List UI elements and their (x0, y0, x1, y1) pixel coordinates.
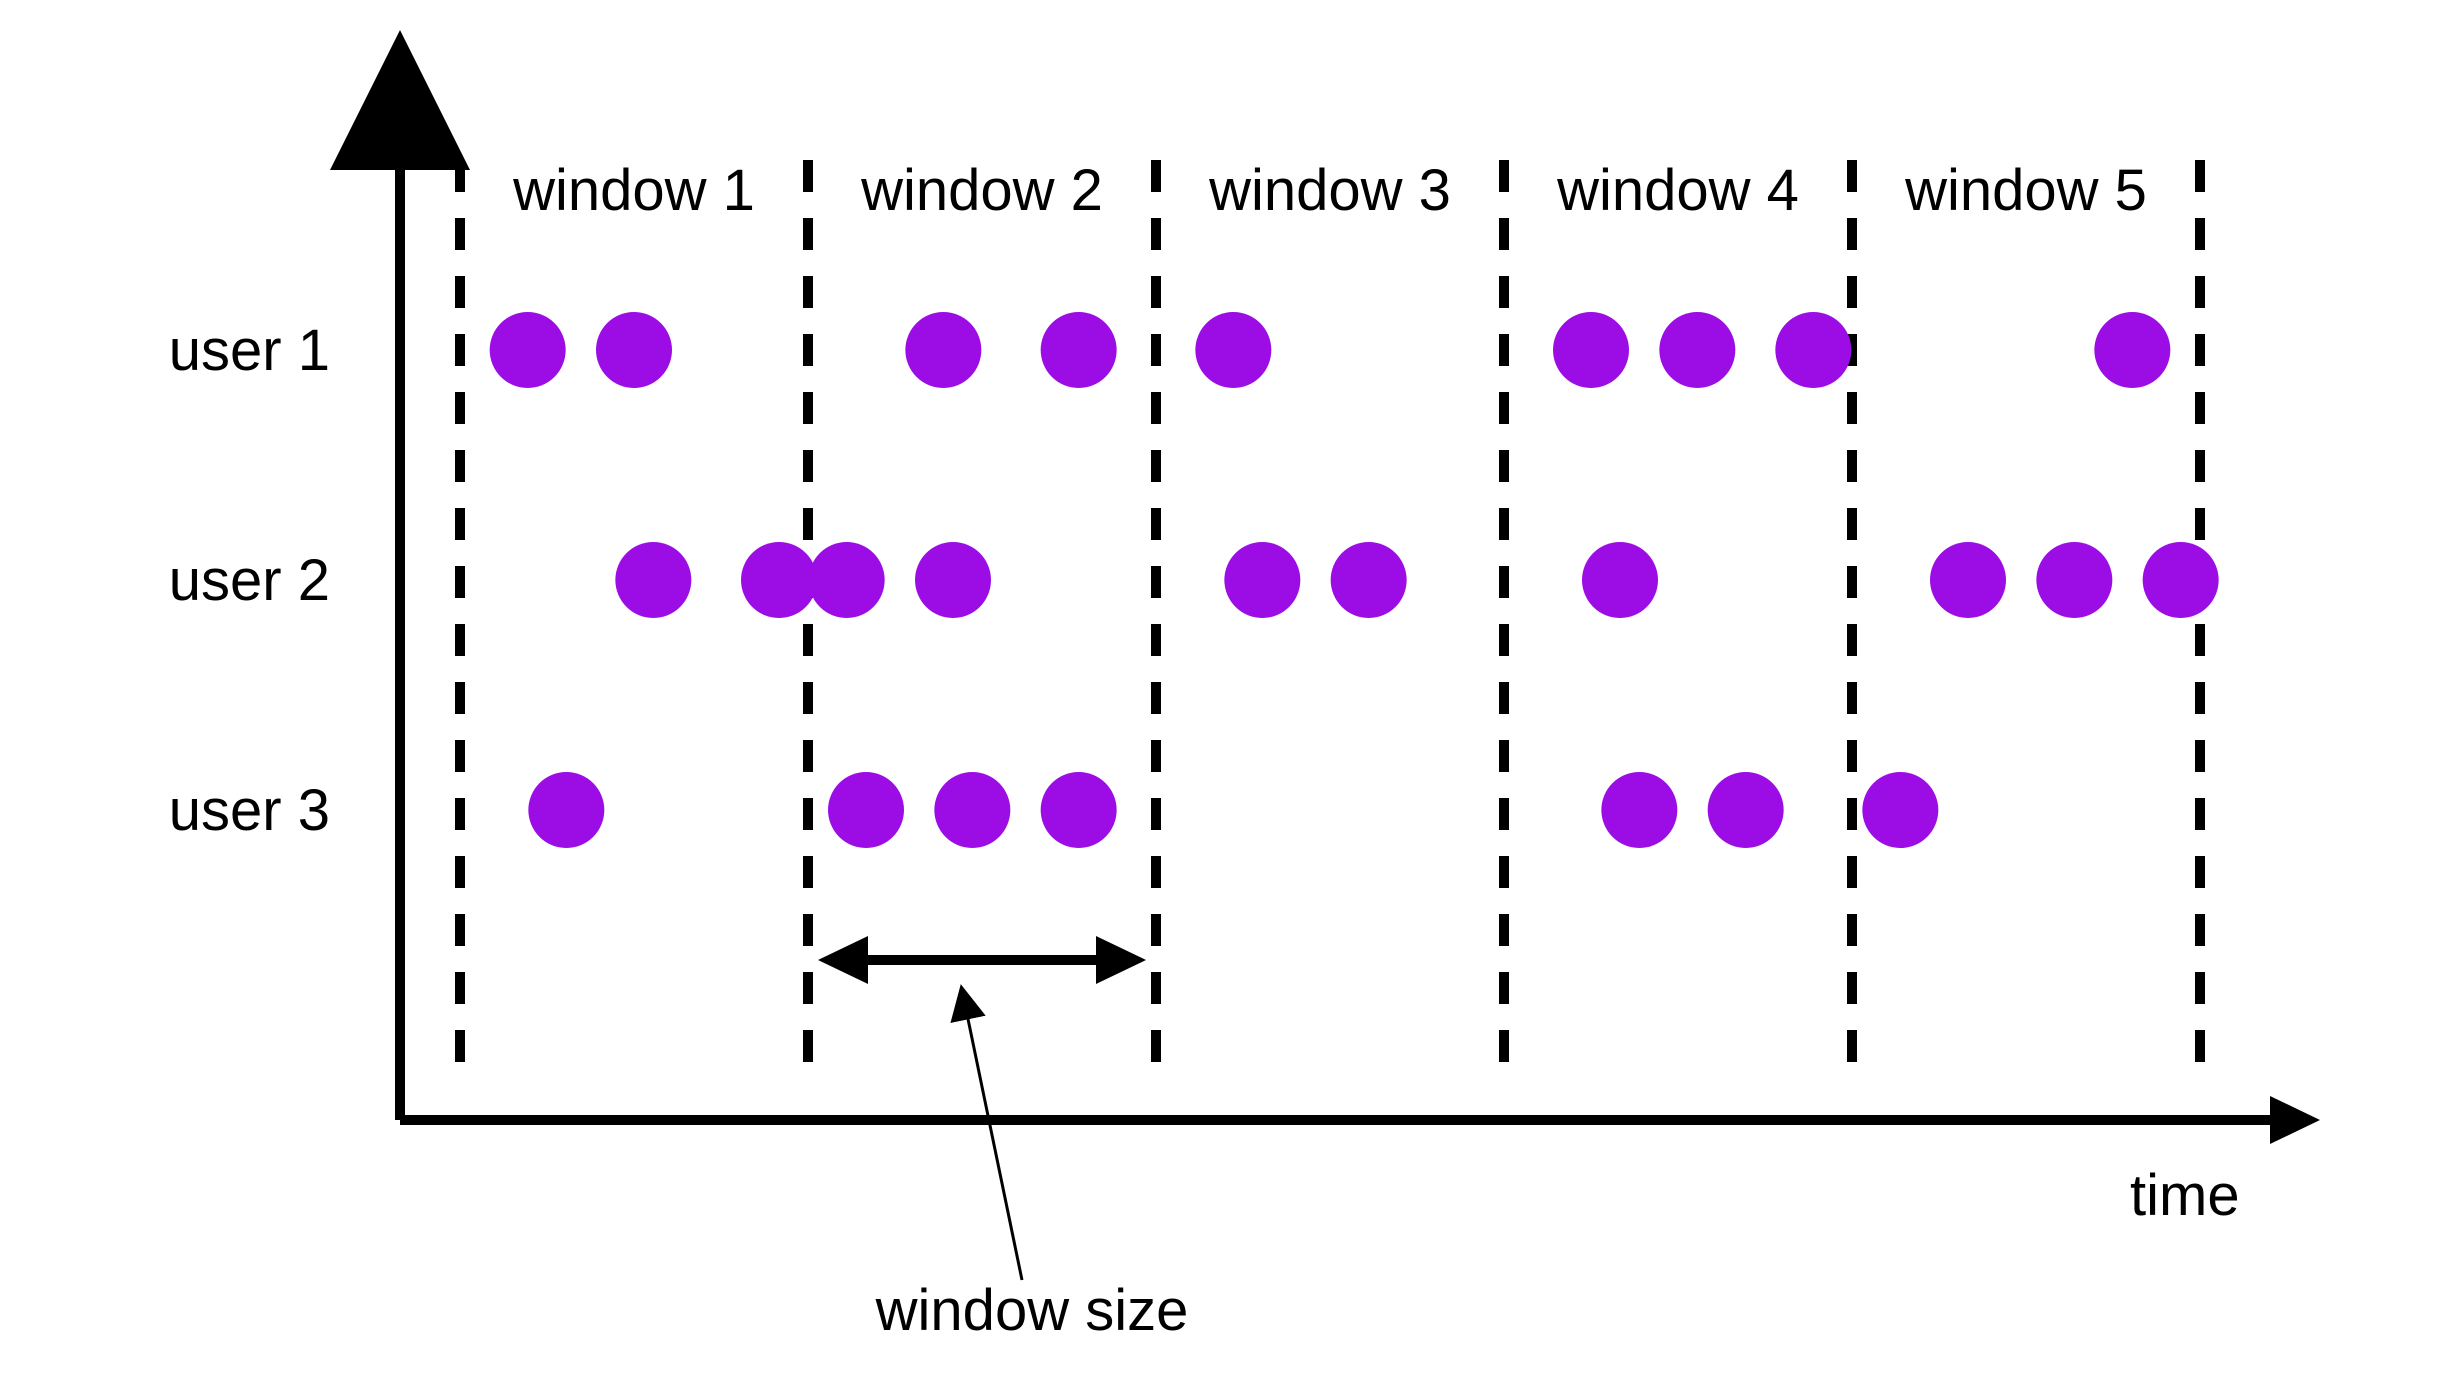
event-dot (596, 312, 672, 388)
window-label: window 4 (1556, 158, 1799, 223)
event-dot (528, 772, 604, 848)
window-size-label: window size (875, 1278, 1189, 1343)
event-dot (828, 772, 904, 848)
window-label: window 1 (512, 158, 755, 223)
event-dot (615, 542, 691, 618)
event-dot (2036, 542, 2112, 618)
event-dot (1659, 312, 1735, 388)
user-label: user 1 (169, 318, 330, 383)
leader-line (962, 990, 1022, 1280)
x-axis (400, 1096, 2320, 1144)
event-dot (1582, 542, 1658, 618)
event-dot (490, 312, 566, 388)
event-dot (1775, 312, 1851, 388)
user-label: user 2 (169, 548, 330, 613)
event-dot (1930, 542, 2006, 618)
event-dot (1195, 312, 1271, 388)
event-dot (1224, 542, 1300, 618)
event-dot (905, 312, 981, 388)
event-dot (741, 542, 817, 618)
event-dot (1708, 772, 1784, 848)
event-dot (934, 772, 1010, 848)
event-dot (1331, 542, 1407, 618)
window-label: window 5 (1904, 158, 2147, 223)
x-axis-label: time (2130, 1163, 2240, 1228)
event-dot (1601, 772, 1677, 848)
windowing-diagram: time window 1 window 2 window 3 window 4 win… (0, 0, 2443, 1374)
event-dot (1041, 772, 1117, 848)
event-dot (1862, 772, 1938, 848)
window-label: window 3 (1208, 158, 1451, 223)
user-label: user 3 (169, 778, 330, 843)
event-dot (915, 542, 991, 618)
event-dot (1041, 312, 1117, 388)
event-dot (1553, 312, 1629, 388)
event-dot (809, 542, 885, 618)
event-dot (2143, 542, 2219, 618)
window-label: window 2 (860, 158, 1103, 223)
event-dot (2094, 312, 2170, 388)
